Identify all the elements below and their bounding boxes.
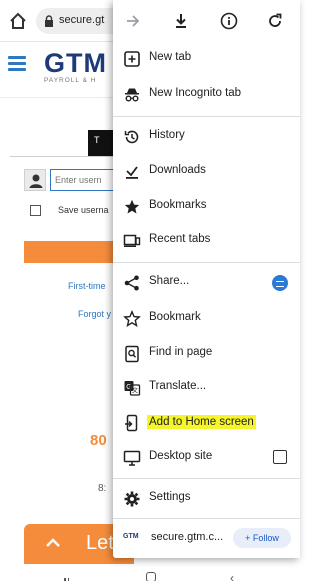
chevron-up-icon [46,538,60,547]
menu-item-add-to-home-screen[interactable]: Add to Home screen [113,406,300,440]
menu-item-desktop-site[interactable]: Desktop site [113,441,300,475]
share-app-badge-icon [272,275,288,291]
site-logo[interactable]: GTM PAYROLL & H [44,48,107,84]
menu-item-settings[interactable]: Settings [113,482,300,516]
user-icon [24,169,46,191]
system-back-icon[interactable]: ‹ [230,571,234,581]
site-domain: secure.gtm.c... [151,531,224,543]
share-icon [124,275,139,291]
history-icon [124,130,139,144]
new-tab-icon [124,51,140,67]
menu-item-history[interactable]: History [113,120,300,154]
download-icon[interactable] [171,11,191,31]
menu-item-translate[interactable]: G 文 Translate... [113,371,300,405]
system-home-icon[interactable] [146,572,156,581]
menu-item-recent-tabs[interactable]: Recent tabs [113,224,300,258]
menu-item-find-in-page[interactable]: Find in page [113,337,300,371]
incognito-icon [125,88,139,102]
save-username-label: Save userna [58,205,109,215]
menu-divider [113,116,300,117]
svg-text:文: 文 [132,387,138,395]
desktop-site-checkbox[interactable] [273,450,287,464]
menu-divider [113,262,300,263]
first-time-link[interactable]: First-time [68,281,106,291]
desktop-icon [123,450,141,466]
menu-item-bookmark[interactable]: Bookmark [113,302,300,336]
menu-item-share[interactable]: Share... [113,266,300,300]
lock-icon [45,15,53,27]
menu-item-new-tab[interactable]: New tab [113,42,300,76]
site-favicon: GTM [123,533,139,540]
system-navigation-bar: ‹ [0,565,298,581]
menu-item-downloads[interactable]: Downloads [113,155,300,189]
menu-top-bar [113,0,300,42]
forward-icon[interactable] [123,11,143,31]
translate-icon: G 文 [124,381,141,396]
menu-divider [113,518,300,519]
reload-icon[interactable] [265,11,285,31]
forgot-link[interactable]: Forgot y [78,309,111,319]
find-in-page-icon [125,345,139,363]
menu-item-bookmarks[interactable]: Bookmarks [113,190,300,224]
hours-text: 8: [98,483,107,494]
phone-number[interactable]: 80 [90,432,107,449]
bookmark-outline-star-icon [123,310,141,327]
recent-apps-icon[interactable] [64,573,74,581]
info-icon[interactable] [219,11,239,31]
browser-overflow-menu: New tab New Incognito tab History Downlo… [113,0,300,558]
menu-item-new-incognito-tab[interactable]: New Incognito tab [113,78,300,112]
url-text: secure.gt [59,14,105,26]
follow-button[interactable]: + Follow [233,528,291,548]
menu-divider [113,478,300,479]
save-username-checkbox[interactable] [30,205,41,216]
add-to-home-icon [125,414,138,432]
bookmarks-star-icon [124,199,140,214]
hamburger-menu-icon[interactable] [8,56,26,72]
recent-tabs-icon [123,234,141,247]
settings-gear-icon [124,491,140,507]
home-icon[interactable] [8,11,28,31]
downloads-icon [126,166,138,179]
menu-site-footer: GTM secure.gtm.c... + Follow [113,522,300,554]
